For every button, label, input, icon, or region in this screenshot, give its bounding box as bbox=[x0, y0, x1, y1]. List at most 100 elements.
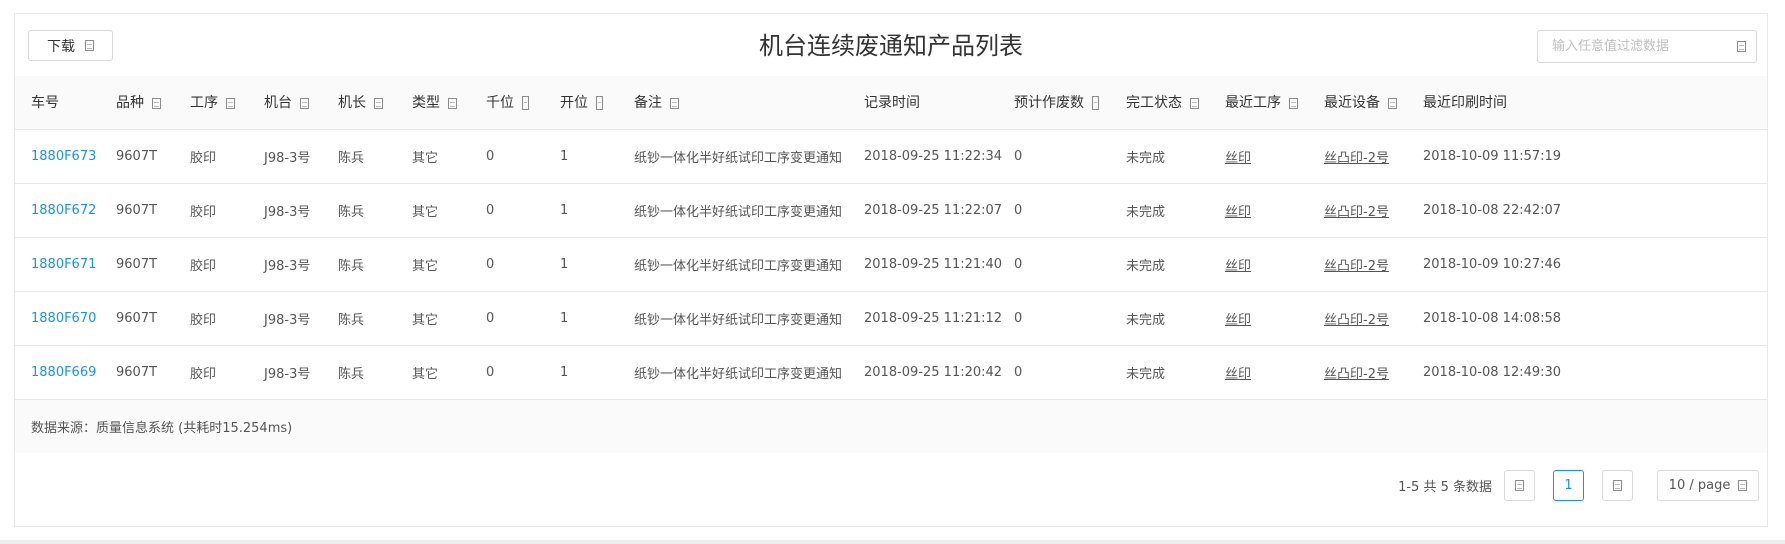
sort-icon[interactable] bbox=[1092, 96, 1099, 111]
sort-icon[interactable] bbox=[596, 96, 603, 111]
cell-last-process: 丝印 bbox=[1209, 291, 1308, 346]
cell-type: 其它 bbox=[396, 291, 470, 346]
search-input[interactable] bbox=[1550, 38, 1737, 55]
cell-remark: 纸钞一体化半好纸试印工序变更通知 bbox=[618, 237, 848, 292]
cell-captain: 陈兵 bbox=[322, 345, 396, 400]
sort-icon[interactable] bbox=[522, 96, 529, 111]
cell-status: 未完成 bbox=[1110, 129, 1209, 184]
data-source-note: 数据来源：质量信息系统 (共耗时15.254ms) bbox=[31, 420, 293, 436]
filter-icon[interactable] bbox=[226, 97, 235, 109]
cell-record-time: 2018-09-25 11:20:42 bbox=[848, 345, 1002, 400]
search-icon[interactable] bbox=[1737, 41, 1746, 52]
cell-thousand-pos: 0 bbox=[470, 345, 544, 400]
cell-thousand-pos: 0 bbox=[470, 291, 544, 346]
table-row: 1880F672 9607T 胶印 J98-3号 陈兵 其它 0 1 纸钞一体化… bbox=[15, 183, 1767, 238]
filter-icon[interactable] bbox=[1289, 97, 1298, 109]
cell-type: 其它 bbox=[396, 237, 470, 292]
cell-type: 其它 bbox=[396, 129, 470, 184]
cell-process: 胶印 bbox=[174, 291, 248, 346]
cell-machine: J98-3号 bbox=[248, 129, 322, 184]
cell-captain: 陈兵 bbox=[322, 129, 396, 184]
cell-last-device: 丝凸印-2号 bbox=[1308, 345, 1407, 400]
col-header-car-no: 车号 bbox=[15, 76, 100, 130]
col-header-captain[interactable]: 机长 bbox=[322, 76, 396, 130]
cell-last-process: 丝印 bbox=[1209, 129, 1308, 184]
filter-icon[interactable] bbox=[374, 97, 383, 109]
cell-thousand-pos: 0 bbox=[470, 237, 544, 292]
cell-remark: 纸钞一体化半好纸试印工序变更通知 bbox=[618, 345, 848, 400]
cell-variety: 9607T bbox=[100, 345, 174, 400]
filter-icon[interactable] bbox=[448, 97, 457, 109]
cell-captain: 陈兵 bbox=[322, 237, 396, 292]
cell-expected-waste: 0 bbox=[998, 345, 1110, 400]
cell-variety: 9607T bbox=[100, 237, 174, 292]
filter-icon[interactable] bbox=[1388, 97, 1397, 109]
car-no-link[interactable]: 1880F670 bbox=[31, 311, 96, 326]
prev-page-button[interactable] bbox=[1504, 469, 1535, 501]
pagination: 1-5 共 5 条数据 1 10 / page bbox=[1398, 469, 1759, 501]
cell-record-time: 2018-09-25 11:21:40 bbox=[848, 237, 1002, 292]
page-size-select[interactable]: 10 / page bbox=[1657, 469, 1759, 501]
bottom-divider bbox=[0, 540, 1785, 544]
car-no-link[interactable]: 1880F671 bbox=[31, 257, 96, 272]
cell-remark: 纸钞一体化半好纸试印工序变更通知 bbox=[618, 129, 848, 184]
cell-variety: 9607T bbox=[100, 291, 174, 346]
cell-open-pos: 1 bbox=[544, 183, 618, 238]
cell-process: 胶印 bbox=[174, 183, 248, 238]
cell-variety: 9607T bbox=[100, 183, 174, 238]
col-header-last-device[interactable]: 最近设备 bbox=[1308, 76, 1407, 130]
cell-open-pos: 1 bbox=[544, 129, 618, 184]
col-header-variety[interactable]: 品种 bbox=[100, 76, 174, 130]
chevron-down-icon bbox=[1738, 479, 1748, 491]
cell-machine: J98-3号 bbox=[248, 237, 322, 292]
cell-last-print-time: 2018-10-09 11:57:19 bbox=[1407, 129, 1767, 184]
col-header-process[interactable]: 工序 bbox=[174, 76, 248, 130]
col-header-remark[interactable]: 备注 bbox=[618, 76, 848, 130]
cell-last-process: 丝印 bbox=[1209, 183, 1308, 238]
col-header-expected-waste[interactable]: 预计作废数 bbox=[998, 76, 1110, 130]
table-row: 1880F673 9607T 胶印 J98-3号 陈兵 其它 0 1 纸钞一体化… bbox=[15, 129, 1767, 184]
filter-icon[interactable] bbox=[1190, 97, 1199, 109]
cell-last-process: 丝印 bbox=[1209, 345, 1308, 400]
chevron-right-icon bbox=[1613, 479, 1622, 491]
cell-expected-waste: 0 bbox=[998, 291, 1110, 346]
cell-record-time: 2018-09-25 11:22:07 bbox=[848, 183, 1002, 238]
cell-machine: J98-3号 bbox=[248, 183, 322, 238]
col-header-machine[interactable]: 机台 bbox=[248, 76, 322, 130]
car-no-link[interactable]: 1880F673 bbox=[31, 149, 96, 164]
next-page-button[interactable] bbox=[1602, 469, 1633, 501]
cell-status: 未完成 bbox=[1110, 183, 1209, 238]
main-panel: 下载 机台连续废通知产品列表 车号 品种 工序 机台 机长 类型 千位 开位 备… bbox=[14, 13, 1768, 527]
col-header-last-process[interactable]: 最近工序 bbox=[1209, 76, 1308, 130]
table-footer-row: 数据来源：质量信息系统 (共耗时15.254ms) bbox=[15, 399, 1767, 453]
cell-variety: 9607T bbox=[100, 129, 174, 184]
car-no-link[interactable]: 1880F669 bbox=[31, 365, 96, 380]
car-no-link[interactable]: 1880F672 bbox=[31, 203, 96, 218]
col-header-status[interactable]: 完工状态 bbox=[1110, 76, 1209, 130]
cell-last-print-time: 2018-10-08 12:49:30 bbox=[1407, 345, 1767, 400]
cell-process: 胶印 bbox=[174, 237, 248, 292]
col-header-open-pos[interactable]: 开位 bbox=[544, 76, 618, 130]
col-header-type[interactable]: 类型 bbox=[396, 76, 470, 130]
cell-captain: 陈兵 bbox=[322, 291, 396, 346]
table-row: 1880F669 9607T 胶印 J98-3号 陈兵 其它 0 1 纸钞一体化… bbox=[15, 345, 1767, 400]
filter-icon[interactable] bbox=[670, 97, 679, 109]
cell-status: 未完成 bbox=[1110, 291, 1209, 346]
cell-remark: 纸钞一体化半好纸试印工序变更通知 bbox=[618, 183, 848, 238]
col-header-record-time: 记录时间 bbox=[848, 76, 998, 130]
chevron-left-icon bbox=[1515, 479, 1524, 491]
data-table: 车号 品种 工序 机台 机长 类型 千位 开位 备注 记录时间 预计作废数 完工… bbox=[15, 76, 1767, 453]
col-header-thousand-pos[interactable]: 千位 bbox=[470, 76, 544, 130]
search-box[interactable] bbox=[1537, 30, 1757, 63]
cell-machine: J98-3号 bbox=[248, 345, 322, 400]
cell-status: 未完成 bbox=[1110, 237, 1209, 292]
filter-icon[interactable] bbox=[152, 97, 161, 109]
col-header-last-print-time: 最近印刷时间 bbox=[1407, 76, 1767, 130]
cell-remark: 纸钞一体化半好纸试印工序变更通知 bbox=[618, 291, 848, 346]
cell-record-time: 2018-09-25 11:21:12 bbox=[848, 291, 1002, 346]
cell-open-pos: 1 bbox=[544, 345, 618, 400]
filter-icon[interactable] bbox=[300, 97, 309, 109]
cell-open-pos: 1 bbox=[544, 237, 618, 292]
page-button-current[interactable]: 1 bbox=[1553, 469, 1584, 501]
cell-thousand-pos: 0 bbox=[470, 183, 544, 238]
